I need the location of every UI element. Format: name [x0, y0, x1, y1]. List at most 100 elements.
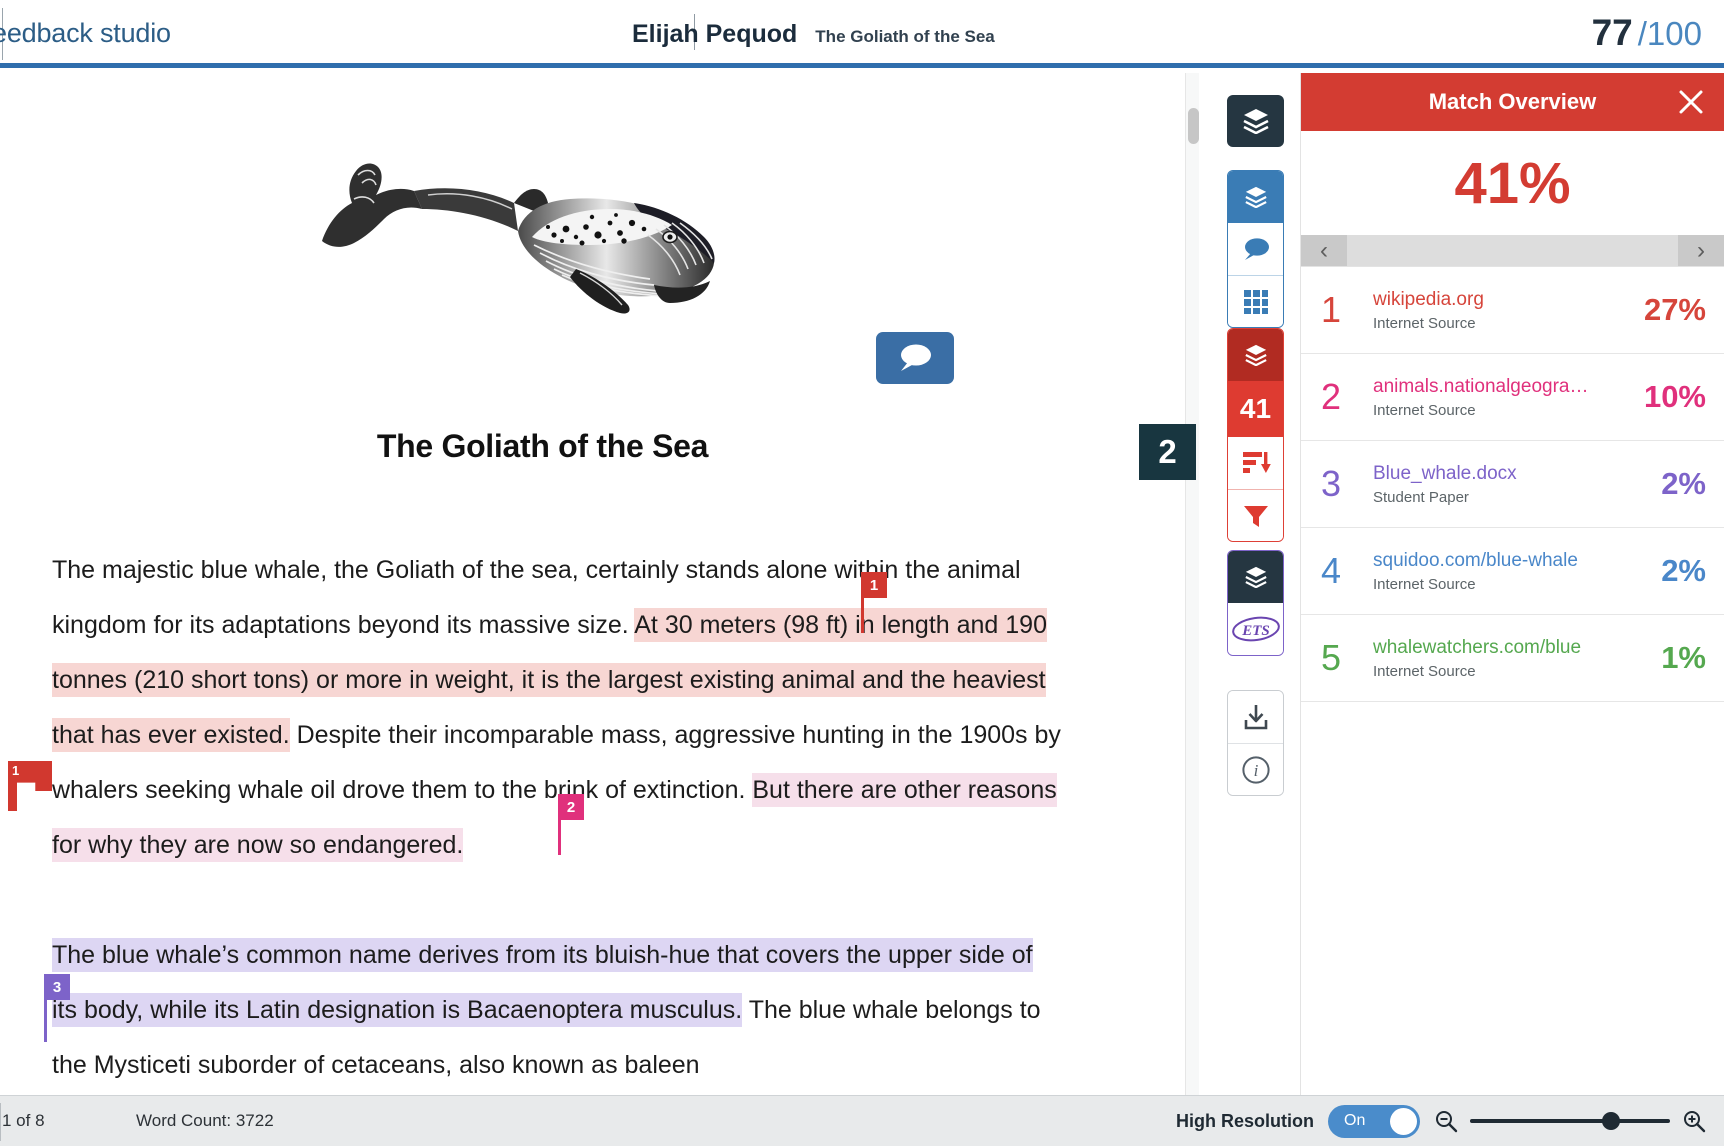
tool-group-similarity: 41 — [1227, 328, 1284, 542]
status-divider — [0, 1103, 1, 1141]
source-percent: 27% — [1643, 292, 1706, 327]
app-header: eedback studio Elijah Pequod The Goliath… — [0, 0, 1724, 68]
source-percent: 1% — [1661, 640, 1706, 675]
speech-bubble-icon — [901, 344, 931, 371]
grid-rubric-icon[interactable] — [1228, 275, 1283, 327]
scrollbar-thumb[interactable] — [1188, 108, 1199, 144]
turnitin-feedback-studio: eedback studio Elijah Pequod The Goliath… — [0, 0, 1724, 1146]
source-pager: ‹ › — [1301, 235, 1724, 267]
source-name[interactable]: whalewatchers.com/blue — [1373, 637, 1651, 659]
zoom-slider-thumb[interactable] — [1602, 1112, 1620, 1130]
source-type: Internet Source — [1373, 401, 1476, 419]
comment-bubble-marker[interactable] — [876, 332, 954, 384]
svg-text:ETS: ETS — [1241, 623, 1270, 639]
whale-illustration-image — [318, 145, 738, 320]
source-type: Internet Source — [1373, 314, 1476, 332]
source-name[interactable]: squidoo.com/blue-whale — [1373, 550, 1651, 572]
source-details: whalewatchers.com/blue Internet Source — [1373, 637, 1661, 680]
match-flag-marker-1[interactable]: 1 — [0, 761, 52, 811]
source-details: wikipedia.org Internet Source — [1373, 289, 1644, 332]
source-row[interactable]: 5 whalewatchers.com/blue Internet Source 1% — [1301, 615, 1724, 702]
source-type: Internet Source — [1373, 662, 1476, 680]
sort-matches-icon[interactable] — [1228, 437, 1283, 489]
source-row[interactable]: 2 animals.nationalgeogra… Internet Source 1… — [1301, 354, 1724, 441]
download-icon[interactable] — [1228, 691, 1283, 743]
match-bar-2 — [558, 820, 561, 855]
source-details: squidoo.com/blue-whale Internet Source — [1373, 550, 1661, 593]
source-row[interactable]: 3 Blue_whale.docx Student Paper 2% — [1301, 441, 1724, 528]
match-badge-2[interactable]: 2 — [558, 794, 584, 820]
source-percent: 2% — [1661, 553, 1706, 588]
source-name[interactable]: wikipedia.org — [1373, 289, 1634, 311]
tool-group-ets: ETS — [1227, 550, 1284, 656]
source-type: Internet Source — [1373, 575, 1476, 593]
score-total: /100 — [1637, 15, 1702, 52]
similarity-layers-icon[interactable] — [1228, 329, 1283, 381]
match-bar-3 — [44, 1000, 47, 1042]
source-row[interactable]: 4 squidoo.com/blue-whale Internet Source 2% — [1301, 528, 1724, 615]
filter-funnel-icon[interactable] — [1228, 489, 1283, 541]
student-name: Elijah Pequod — [632, 20, 798, 48]
source-details: Blue_whale.docx Student Paper — [1373, 463, 1661, 506]
source-list: 1 wikipedia.org Internet Source 27% 2 animals… — [1301, 267, 1724, 702]
high-resolution-label: High Resolution — [1176, 1110, 1314, 1131]
zoom-controls — [1434, 1109, 1706, 1133]
next-arrow-icon[interactable]: › — [1678, 235, 1724, 266]
page-number-badge: 2 — [1139, 424, 1196, 480]
match-badge-1[interactable]: 1 — [861, 572, 887, 598]
zoom-slider[interactable] — [1470, 1110, 1670, 1132]
document-scrollbar[interactable] — [1185, 73, 1199, 1095]
info-icon[interactable]: i — [1228, 743, 1283, 795]
prev-arrow-icon[interactable]: ‹ — [1301, 235, 1347, 266]
score-value: 77 — [1591, 12, 1633, 53]
source-rank: 1 — [1321, 289, 1342, 330]
match-bar-1 — [861, 598, 864, 633]
feedback-layers-icon[interactable] — [1228, 171, 1283, 223]
source-name[interactable]: animals.nationalgeogra… — [1373, 376, 1634, 398]
comment-bubble-icon[interactable] — [1228, 223, 1283, 275]
page-indicator: 1 of 8 — [2, 1111, 45, 1130]
source-name[interactable]: Blue_whale.docx — [1373, 463, 1651, 485]
overall-similarity-percent: 41% — [1301, 131, 1724, 235]
zoom-slider-track — [1470, 1119, 1670, 1123]
grade-score[interactable]: 77 /100 — [1592, 12, 1702, 54]
document-pane[interactable]: The Goliath of the Sea The majestic blue… — [0, 73, 1196, 1095]
svg-text:i: i — [1253, 761, 1258, 780]
toggle-knob — [1390, 1107, 1417, 1135]
tools-sidebar: 41 ETS i — [1222, 73, 1300, 1095]
source-rank: 3 — [1321, 463, 1342, 504]
high-resolution-toggle[interactable]: On — [1328, 1104, 1420, 1138]
paper-title: The Goliath of the Sea — [815, 27, 995, 46]
match-overview-sidebar: Match Overview 41% ‹ › 1 wikipedia.org Int… — [1300, 73, 1724, 1095]
zoom-in-icon[interactable] — [1682, 1109, 1706, 1133]
status-bar-controls: High Resolution On — [1176, 1104, 1706, 1138]
similarity-score-badge[interactable]: 41 — [1228, 381, 1283, 437]
source-rank: 5 — [1321, 637, 1342, 678]
overall-percent-value: 41% — [1454, 150, 1571, 216]
match-overview-header: Match Overview — [1301, 73, 1724, 131]
ets-layers-icon[interactable] — [1228, 551, 1283, 603]
source-rank: 2 — [1321, 376, 1342, 417]
tool-group-utilities: i — [1227, 690, 1284, 796]
source-row[interactable]: 1 wikipedia.org Internet Source 27% — [1301, 267, 1724, 354]
source-details: animals.nationalgeogra… Internet Source — [1373, 376, 1644, 419]
tool-group-feedback — [1227, 170, 1284, 328]
tool-group-collapsed — [1227, 95, 1284, 147]
brand-logo: eedback studio — [0, 18, 171, 48]
zoom-out-icon[interactable] — [1434, 1109, 1458, 1133]
match-badge-3[interactable]: 3 — [44, 974, 70, 1000]
document-body: The majestic blue whale, the Goliath of … — [52, 543, 1062, 1095]
source-percent: 2% — [1661, 466, 1706, 501]
layers-stack-icon[interactable] — [1227, 95, 1284, 147]
status-bar: 1 of 8 Word Count: 3722 High Resolution … — [0, 1095, 1724, 1146]
toggle-state-label: On — [1344, 1112, 1366, 1129]
match-overview-title: Match Overview — [1428, 89, 1597, 114]
paragraph-2: The blue whale’s common name derives fro… — [52, 928, 1062, 1093]
close-icon[interactable] — [1676, 87, 1706, 117]
flag-label: 1 — [12, 763, 20, 778]
ets-logo-icon[interactable]: ETS — [1228, 603, 1283, 655]
source-rank: 4 — [1321, 550, 1342, 591]
source-percent: 10% — [1643, 379, 1706, 414]
header-paper-info: Elijah Pequod The Goliath of the Sea — [632, 20, 995, 49]
word-count: Word Count: 3722 — [136, 1111, 274, 1130]
